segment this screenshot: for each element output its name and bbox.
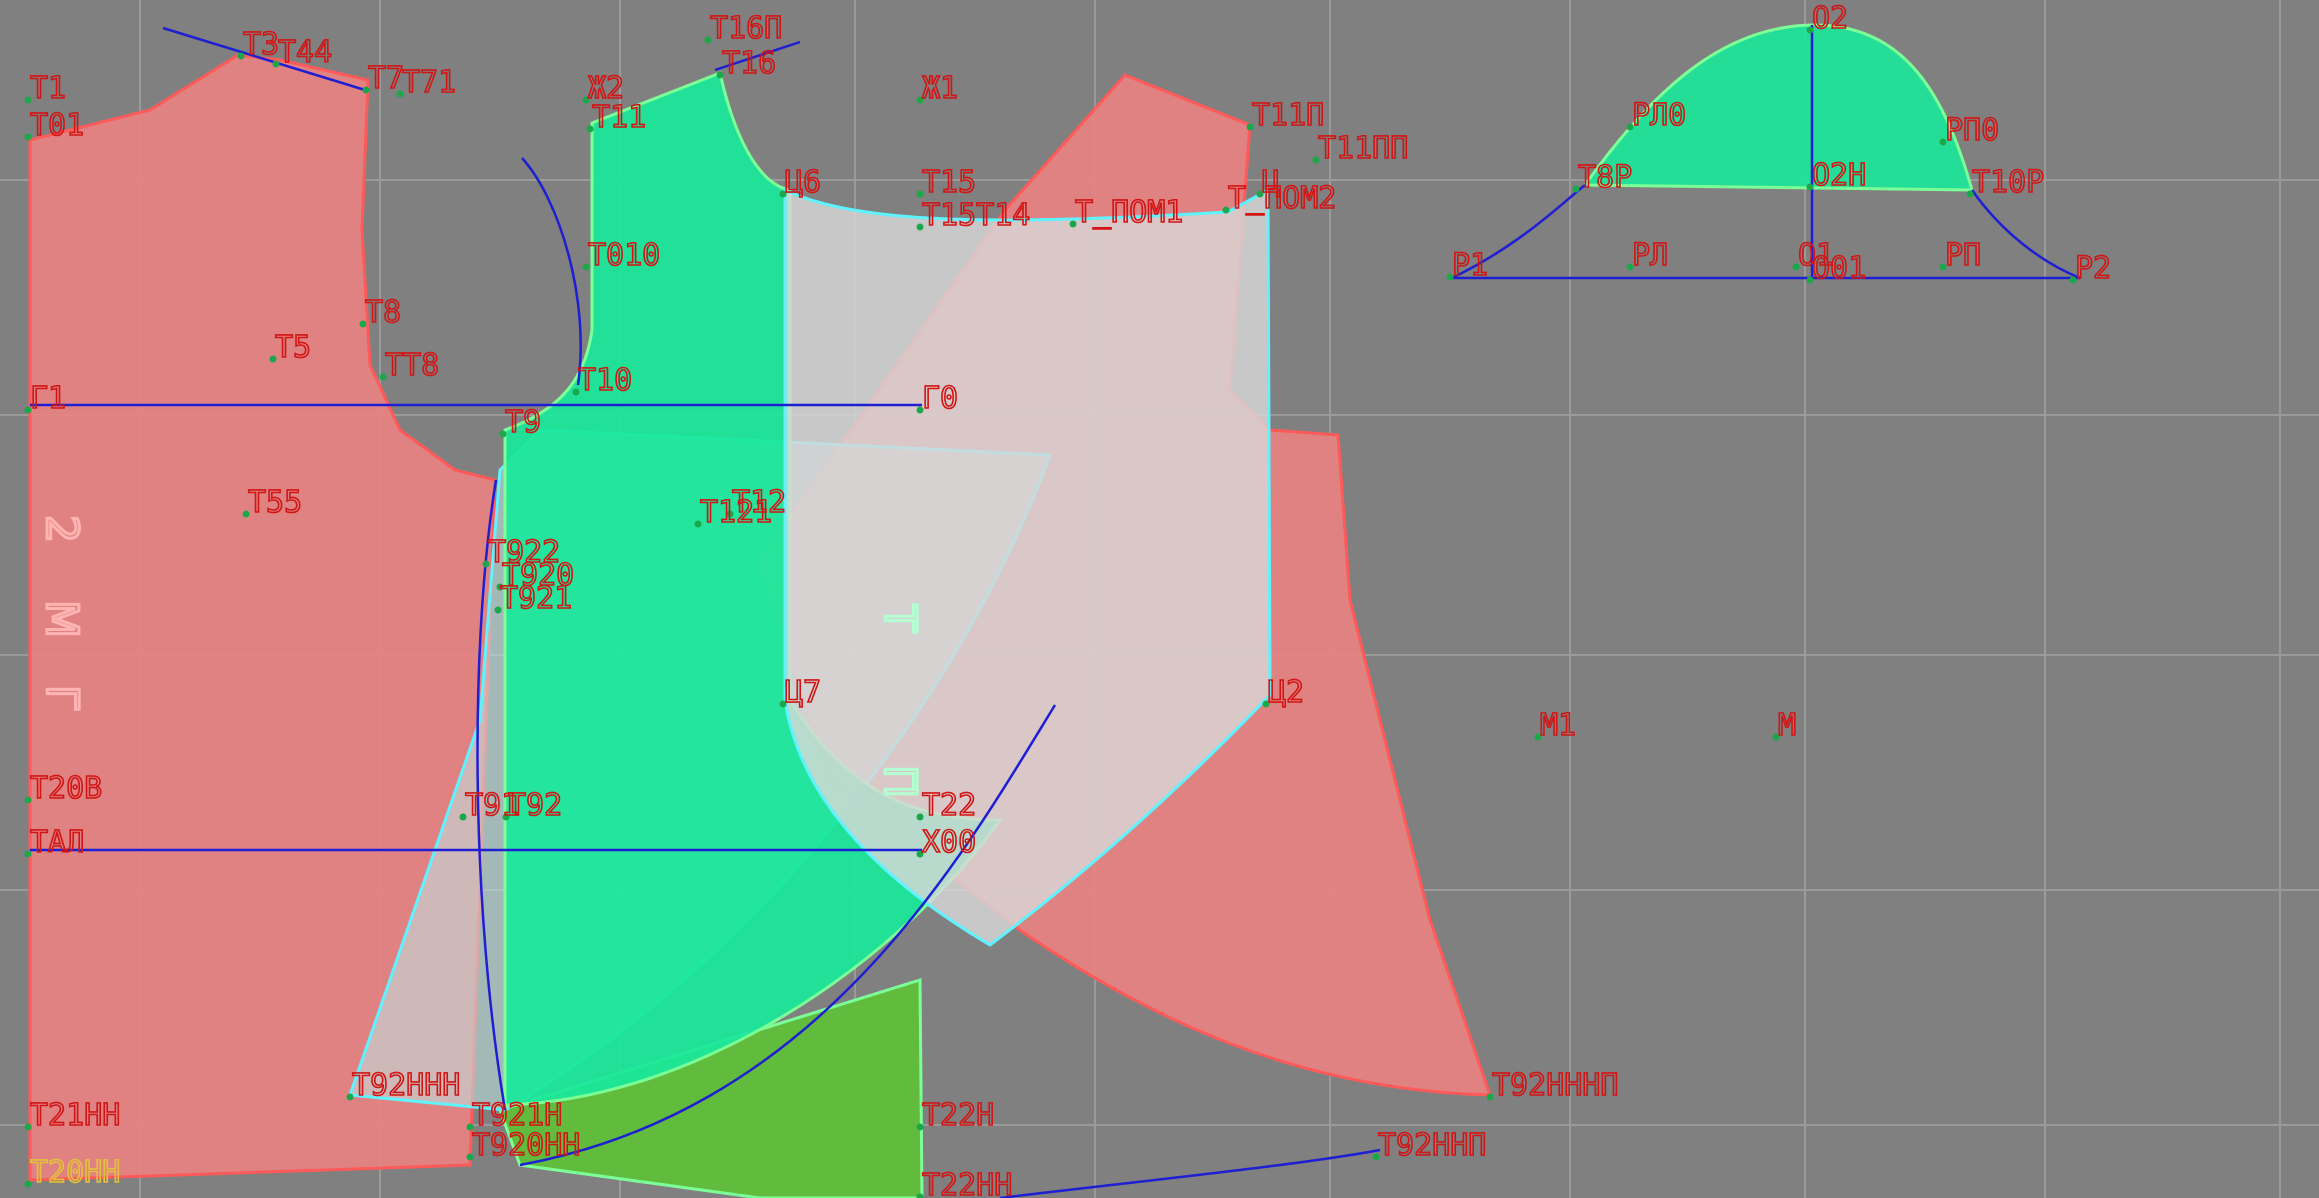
point-label[interactable]: Т16 (721, 45, 777, 82)
point-label[interactable]: Т9 (504, 404, 542, 441)
watermark-letter: П (874, 765, 925, 798)
point-label[interactable]: Т71 (401, 64, 457, 101)
point-label[interactable]: М1 (1539, 707, 1577, 744)
point-label[interactable]: Т92НННП (1491, 1067, 1619, 1104)
point-label[interactable]: Т55 (247, 484, 303, 521)
point-label[interactable]: Т1 (29, 70, 67, 107)
point-label[interactable]: Ц2 (1267, 674, 1305, 711)
point-label[interactable]: Ц6 (784, 164, 822, 201)
point-label[interactable]: Т3 (242, 26, 280, 63)
point-label[interactable]: Т15Т14 (921, 197, 1031, 234)
point-label[interactable]: Р2 (2074, 250, 2112, 287)
point-label[interactable]: О01 (1811, 250, 1867, 287)
point-label[interactable]: Т010 (587, 237, 661, 274)
point-label[interactable]: ТАЛ (29, 824, 85, 861)
point-label[interactable]: Т920НН (471, 1127, 581, 1164)
point-label[interactable]: Т44 (277, 34, 333, 71)
point-label[interactable]: Т16П (709, 10, 783, 47)
point-label[interactable]: Т7 (367, 60, 405, 97)
point-label[interactable]: Т121 (699, 494, 773, 531)
watermark-letter: 2 (36, 515, 87, 543)
point-label[interactable]: О2 (1811, 0, 1849, 37)
point-label[interactable]: Т921 (499, 580, 573, 617)
point-label[interactable]: М (1777, 707, 1797, 744)
point-label[interactable]: Т_ПОМ2 (1227, 180, 1337, 217)
point-label[interactable]: Р1 (1451, 247, 1489, 284)
point-label[interactable]: Т10Р (1971, 164, 2045, 201)
point-label[interactable]: Т_ПОМ1 (1074, 194, 1184, 231)
point-label[interactable]: Т20В (29, 770, 103, 807)
point-label[interactable]: Т11 (591, 99, 647, 136)
point-label[interactable]: Т22 (921, 787, 977, 824)
point-label[interactable]: Т15 (921, 164, 977, 201)
point-label[interactable]: Г1 (29, 380, 67, 417)
point-label[interactable]: РП (1944, 237, 1982, 274)
point-label[interactable]: О2Н (1811, 157, 1867, 194)
point-label[interactable]: Т8 (364, 294, 402, 331)
point-label[interactable]: Т92 (507, 787, 563, 824)
point-label[interactable]: Т92ННН (351, 1067, 461, 1104)
point-label[interactable]: Ж1 (921, 70, 959, 107)
point-label[interactable]: Ц7 (784, 674, 822, 711)
point-label[interactable]: Т11ПП (1317, 130, 1409, 167)
point-label[interactable]: РЛ (1631, 237, 1669, 274)
point-label[interactable]: Т8Р (1577, 159, 1633, 196)
point-label[interactable]: Х00 (921, 824, 977, 861)
point-label[interactable]: Т22Н (921, 1097, 995, 1134)
watermark-letter: Г (36, 685, 87, 712)
point-label[interactable]: РП0 (1944, 112, 2000, 149)
point-label[interactable]: Ц (1261, 164, 1281, 201)
point-label[interactable]: Т11П (1251, 97, 1325, 134)
point-label[interactable]: Т01 (29, 107, 85, 144)
point-label[interactable]: Т22НН (921, 1167, 1013, 1198)
point-label[interactable]: Г0 (921, 380, 959, 417)
watermark-letter: Т (874, 604, 925, 632)
pattern-canvas[interactable]: 2 М Г Т П Т1 Т01 Т3 Т44 Т7 Т71 Ж2 Т11 Т1… (0, 0, 2319, 1198)
point-label[interactable]: Т5 (274, 329, 312, 366)
point-label[interactable]: ТТ8 (384, 347, 440, 384)
point-label[interactable]: Т21НН (29, 1097, 121, 1134)
point-label[interactable]: Т20НН (29, 1154, 121, 1191)
point-label[interactable]: Т92ННП (1377, 1127, 1487, 1164)
point-label[interactable]: Т10 (577, 362, 633, 399)
point-label[interactable]: РЛ0 (1631, 97, 1687, 134)
watermark-letter: М (36, 600, 87, 638)
